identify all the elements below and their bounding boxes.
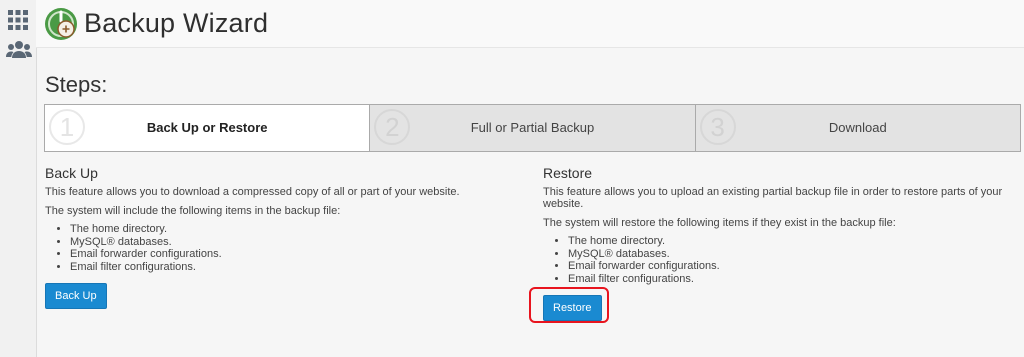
restore-button-wrapper: Restore: [529, 285, 609, 323]
highlight-annotation: [529, 287, 609, 323]
list-item: Email filter configurations.: [70, 261, 515, 274]
list-item: Email forwarder configurations.: [70, 248, 515, 261]
list-item: Email filter configurations.: [568, 273, 1013, 286]
page-title: Backup Wizard: [84, 8, 269, 38]
main-content: Steps: 1 Back Up or Restore 2 Full or Pa…: [36, 48, 1024, 357]
restore-title: Restore: [543, 165, 593, 181]
step-full-or-partial-backup[interactable]: 2 Full or Partial Backup: [369, 105, 695, 151]
backup-note: The system will include the following it…: [45, 205, 341, 217]
list-item: The home directory.: [568, 235, 1013, 248]
header: Backup Wizard: [36, 0, 1024, 48]
backup-description: This feature allows you to download a co…: [45, 186, 460, 198]
grid-icon[interactable]: [6, 8, 32, 34]
users-icon[interactable]: [6, 38, 32, 64]
restore-description: This feature allows you to upload an exi…: [543, 186, 1003, 210]
backup-items-list: The home directory. MySQL® databases. Em…: [45, 223, 515, 273]
step-download[interactable]: 3 Download: [694, 105, 1021, 151]
step-label: Download: [828, 120, 887, 135]
step-label: Full or Partial Backup: [470, 120, 595, 135]
list-item: MySQL® databases.: [568, 248, 1013, 261]
list-item: MySQL® databases.: [70, 236, 515, 249]
list-item: The home directory.: [70, 223, 515, 236]
restore-section: Restore This feature allows you to uploa…: [529, 165, 1013, 323]
restore-note: The system will restore the following it…: [543, 217, 896, 229]
sidebar: [0, 0, 37, 357]
list-item: Email forwarder configurations.: [568, 260, 1013, 273]
steps-bar: 1 Back Up or Restore 2 Full or Partial B…: [44, 104, 1021, 152]
step-back-up-or-restore[interactable]: 1 Back Up or Restore: [44, 105, 370, 151]
backup-section: Back Up This feature allows you to downl…: [45, 165, 515, 309]
back-up-button[interactable]: Back Up: [45, 283, 107, 309]
steps-heading: Steps:: [45, 72, 108, 97]
restore-items-list: The home directory. MySQL® databases. Em…: [543, 235, 1013, 285]
backup-wizard-logo-icon: [44, 7, 78, 41]
backup-title: Back Up: [45, 165, 98, 181]
step-label: Back Up or Restore: [146, 120, 268, 135]
